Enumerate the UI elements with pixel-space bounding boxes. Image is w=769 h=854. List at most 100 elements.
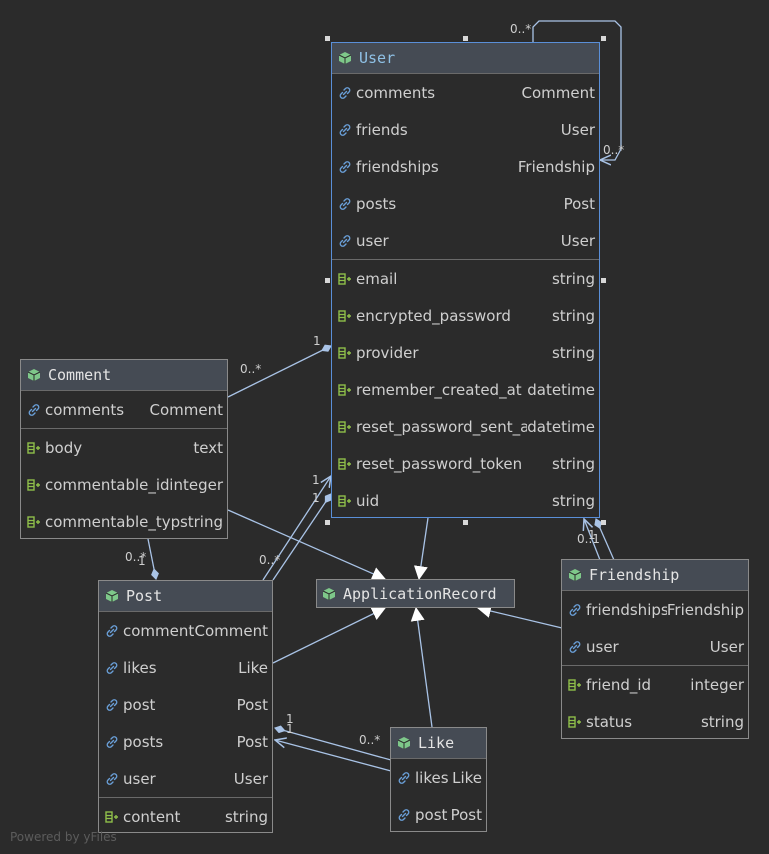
- user-row-reset-password-sent-at[interactable]: reset_password_sent_at datetime: [332, 408, 599, 445]
- attribute-type: string: [551, 343, 595, 362]
- multiplicity-label: 1: [138, 554, 146, 568]
- comment-row-commentable-id[interactable]: commentable_id integer: [21, 466, 227, 503]
- comment-node[interactable]: Comment comments Comment body text commentab…: [20, 359, 228, 539]
- user-row-encrypted-password[interactable]: encrypted_password string: [332, 297, 599, 334]
- multiplicity-label: 0..*: [240, 362, 262, 376]
- attribute-type: string: [700, 712, 744, 731]
- class-cube-icon: [397, 737, 411, 749]
- field-icon: [27, 441, 40, 454]
- user-row-comments[interactable]: comments Comment: [332, 74, 599, 111]
- post-row-comments[interactable]: comments Comment: [99, 612, 272, 649]
- attribute-name: content: [123, 807, 181, 826]
- attribute-name: friends: [356, 120, 408, 139]
- selection-handle[interactable]: [463, 520, 468, 525]
- user-row-provider[interactable]: provider string: [332, 334, 599, 371]
- footer-credit: Powered by yFiles: [10, 830, 117, 844]
- attribute-name: reset_password_token: [356, 454, 523, 473]
- link-icon: [106, 735, 118, 748]
- attribute-name: comments: [356, 83, 436, 102]
- user-row-friends[interactable]: friends User: [332, 111, 599, 148]
- comment-row-commentable-type[interactable]: commentable_type string: [21, 503, 227, 540]
- field-icon: [338, 272, 351, 285]
- like-row-likes[interactable]: likes Like: [391, 759, 486, 796]
- link-icon: [339, 234, 351, 247]
- field-icon: [105, 810, 118, 823]
- attribute-type: Comment: [521, 83, 596, 102]
- post-row-posts[interactable]: posts Post: [99, 723, 272, 760]
- comment-header[interactable]: Comment: [21, 360, 227, 391]
- post-row-user[interactable]: user User: [99, 760, 272, 797]
- friendship-row-status[interactable]: status string: [562, 703, 748, 740]
- attribute-name: email: [356, 269, 398, 288]
- field-icon: [338, 420, 351, 433]
- multiplicity-label: 0..*: [603, 143, 625, 157]
- attribute-name: user: [586, 637, 619, 656]
- attribute-name: friendships: [356, 157, 439, 176]
- like-row-post[interactable]: post Post: [391, 796, 486, 833]
- selection-handle[interactable]: [601, 520, 606, 525]
- link-icon: [106, 624, 118, 637]
- selection-handle[interactable]: [601, 36, 606, 41]
- attribute-name: provider: [356, 343, 419, 362]
- like-title: Like: [418, 734, 455, 752]
- user-row-uid[interactable]: uid string: [332, 482, 599, 519]
- like-node[interactable]: Like likes Like post Post: [390, 727, 487, 832]
- link-icon: [569, 603, 581, 616]
- comment-row-body[interactable]: body text: [21, 428, 227, 466]
- post-row-content[interactable]: content string: [99, 797, 272, 835]
- attribute-type: datetime: [527, 417, 595, 436]
- friendship-title: Friendship: [589, 566, 680, 584]
- attribute-name: likes: [123, 658, 157, 677]
- selection-handle[interactable]: [325, 36, 330, 41]
- field-icon: [568, 678, 581, 691]
- friendship-row-friend-id[interactable]: friend_id integer: [562, 665, 748, 703]
- selection-handle[interactable]: [325, 278, 330, 283]
- attribute-type: integer: [169, 475, 223, 494]
- attribute-type: Comment: [194, 621, 269, 640]
- attribute-name: comments: [45, 400, 125, 419]
- selection-handle[interactable]: [601, 278, 606, 283]
- attribute-name: commentable_type: [45, 512, 180, 531]
- attribute-name: likes: [415, 768, 449, 787]
- post-row-likes[interactable]: likes Like: [99, 649, 272, 686]
- attribute-type: Friendship: [517, 157, 595, 176]
- post-node[interactable]: Post comments Comment likes Like post Post pos…: [98, 580, 273, 833]
- selection-handle[interactable]: [325, 520, 330, 525]
- friendship-header[interactable]: Friendship: [562, 560, 748, 591]
- friendship-row-friendships[interactable]: friendships Friendship: [562, 591, 748, 628]
- attribute-type: string: [551, 454, 595, 473]
- user-row-friendships[interactable]: friendships Friendship: [332, 148, 599, 185]
- multiplicity-label: 1: [312, 473, 320, 487]
- attribute-type: string: [224, 807, 268, 826]
- friendship-node[interactable]: Friendship friendships Friendship user User…: [561, 559, 749, 739]
- edge-friendship-appRecord: [476, 604, 563, 629]
- attribute-name: reset_password_sent_at: [356, 417, 528, 436]
- friendship-row-user[interactable]: user User: [562, 628, 748, 665]
- attribute-type: integer: [690, 675, 744, 694]
- class-cube-icon: [322, 587, 336, 600]
- edge-user-appRecord: [413, 517, 429, 581]
- attribute-type: User: [560, 120, 595, 139]
- application-record-node[interactable]: ApplicationRecord: [316, 579, 515, 608]
- link-icon: [106, 661, 118, 674]
- user-row-reset-password-token[interactable]: reset_password_token string: [332, 445, 599, 482]
- comment-row-comments[interactable]: comments Comment: [21, 391, 227, 428]
- post-row-post[interactable]: post Post: [99, 686, 272, 723]
- attribute-type: string: [179, 512, 223, 531]
- like-rows: likes Like post Post: [391, 759, 486, 833]
- user-row-user[interactable]: user User: [332, 222, 599, 259]
- like-header[interactable]: Like: [391, 728, 486, 759]
- field-icon: [338, 346, 351, 359]
- user-header[interactable]: User: [332, 43, 599, 74]
- user-row-email[interactable]: email string: [332, 259, 599, 297]
- user-row-remember-created-at[interactable]: remember_created_at datetime: [332, 371, 599, 408]
- post-header[interactable]: Post: [99, 581, 272, 612]
- application-record-title: ApplicationRecord: [343, 584, 497, 603]
- multiplicity-label: 1: [588, 528, 596, 542]
- comment-rows: comments Comment body text commentable_id int…: [21, 391, 227, 540]
- multiplicity-label: 0..*: [359, 733, 381, 747]
- user-node[interactable]: User comments Comment friends User friendshi…: [331, 42, 600, 518]
- user-row-posts[interactable]: posts Post: [332, 185, 599, 222]
- attribute-type: User: [233, 769, 268, 788]
- selection-handle[interactable]: [463, 36, 468, 41]
